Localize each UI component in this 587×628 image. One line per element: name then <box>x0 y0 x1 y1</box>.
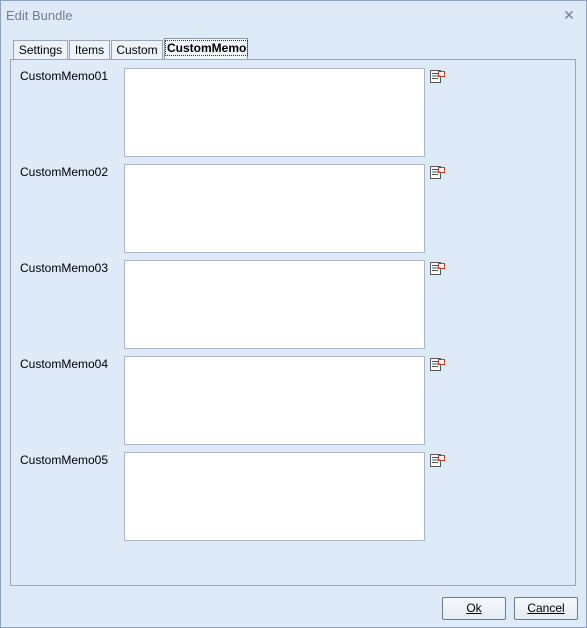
tab-settings[interactable]: Settings <box>13 40 68 59</box>
memo-edit-icon[interactable] <box>430 262 446 276</box>
memo-label-03: CustomMemo03 <box>20 261 109 275</box>
memo-label-01: CustomMemo01 <box>20 69 109 83</box>
tab-label: CustomMemo <box>165 40 249 56</box>
memo-field-02[interactable] <box>124 164 425 253</box>
memo-field-01[interactable] <box>124 68 425 157</box>
window-title: Edit Bundle <box>6 8 73 23</box>
memo-field-04[interactable] <box>124 356 425 445</box>
memo-label-02: CustomMemo02 <box>20 165 109 179</box>
ok-button[interactable]: Ok <box>442 597 506 620</box>
cancel-button[interactable]: Cancel <box>514 597 578 620</box>
edit-bundle-dialog: Edit Bundle ✕ Settings Items Custom Cust… <box>0 0 587 628</box>
tab-label: Custom <box>116 43 158 57</box>
close-icon[interactable]: ✕ <box>558 4 580 26</box>
tab-custommemo[interactable]: CustomMemo <box>164 38 249 59</box>
memo-field-05[interactable] <box>124 452 425 541</box>
tab-label: Settings <box>18 43 63 57</box>
memo-edit-icon[interactable] <box>430 358 446 372</box>
memo-edit-icon[interactable] <box>430 166 446 180</box>
tab-items[interactable]: Items <box>69 40 110 59</box>
title-bar: Edit Bundle ✕ <box>1 1 586 29</box>
memo-field-03[interactable] <box>124 260 425 349</box>
ok-button-label: Ok <box>466 601 482 615</box>
memo-edit-icon[interactable] <box>430 454 446 468</box>
tab-custom[interactable]: Custom <box>111 40 163 59</box>
memo-label-04: CustomMemo04 <box>20 357 109 371</box>
memo-label-05: CustomMemo05 <box>20 453 109 467</box>
cancel-button-label: Cancel <box>527 601 565 615</box>
tab-label: Items <box>74 43 105 57</box>
memo-edit-icon[interactable] <box>430 70 446 84</box>
